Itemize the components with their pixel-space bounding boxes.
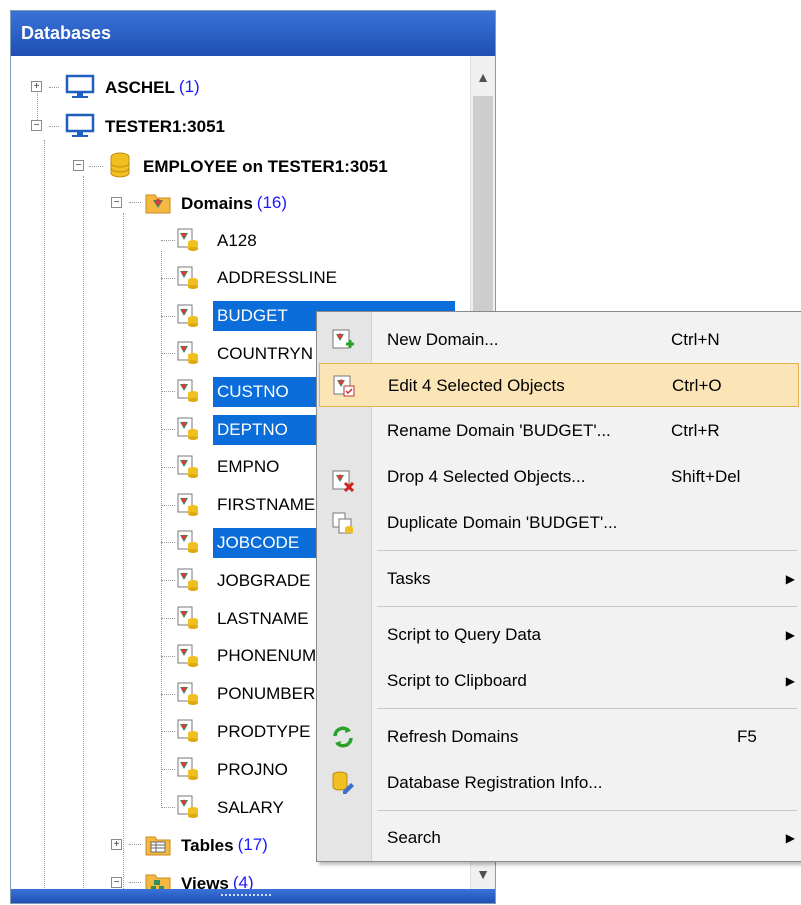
server-name: TESTER1:3051 bbox=[105, 116, 225, 136]
edit-domain-icon bbox=[333, 375, 355, 397]
menu-item-duplicate[interactable]: Duplicate Domain 'BUDGET'... bbox=[319, 501, 799, 545]
duplicate-icon bbox=[332, 512, 353, 534]
collapse-database-button[interactable]: − bbox=[73, 160, 84, 171]
tree-node-domain[interactable]: PHONENUM bbox=[213, 638, 320, 674]
domain-icon bbox=[177, 417, 198, 440]
expand-tables-button[interactable]: + bbox=[111, 839, 122, 850]
panel-title: Databases bbox=[11, 11, 495, 56]
server-count: (1) bbox=[178, 77, 200, 96]
domain-name: PROJNO bbox=[217, 759, 288, 779]
database-edit-icon bbox=[332, 771, 354, 794]
domain-name: SALARY bbox=[217, 797, 284, 817]
tables-folder-icon bbox=[145, 836, 171, 856]
menu-item-refresh[interactable]: Refresh Domains F5 bbox=[319, 715, 799, 759]
domain-icon bbox=[177, 682, 198, 705]
domain-icon bbox=[177, 493, 198, 516]
domain-icon bbox=[177, 568, 198, 592]
menu-item-edit-selected[interactable]: Edit 4 Selected Objects Ctrl+O bbox=[319, 363, 799, 407]
tree-node-domain[interactable]: PRODTYPE bbox=[213, 713, 315, 749]
domain-icon bbox=[177, 379, 198, 403]
domain-name: COUNTRYN bbox=[217, 343, 314, 363]
tree-node-domain[interactable]: JOBGRADE bbox=[213, 562, 315, 598]
domain-name: A128 bbox=[217, 230, 257, 250]
submenu-arrow-icon: ▶ bbox=[785, 831, 795, 845]
domains-label: Domains bbox=[181, 193, 253, 213]
domain-name: LASTNAME bbox=[217, 608, 309, 628]
tree-node-tester1[interactable]: TESTER1:3051 bbox=[101, 108, 229, 144]
domains-folder-icon bbox=[145, 194, 171, 214]
menu-item-rename[interactable]: Rename Domain 'BUDGET'... Ctrl+R bbox=[319, 409, 799, 453]
tree-node-domain[interactable]: SALARY bbox=[213, 789, 288, 825]
server-name: ASCHEL bbox=[105, 77, 175, 97]
database-icon bbox=[110, 152, 130, 178]
domain-icon bbox=[177, 304, 198, 327]
domain-icon bbox=[177, 606, 198, 629]
tree-node-employee[interactable]: EMPLOYEE on TESTER1:3051 bbox=[139, 148, 392, 184]
menu-item-script-clipboard[interactable]: Script to Clipboard ▶ bbox=[319, 659, 799, 703]
scroll-down-button[interactable]: ▼ bbox=[471, 859, 495, 889]
tree-node-domain[interactable]: FIRSTNAME bbox=[213, 487, 319, 523]
domain-name: CUSTNO bbox=[213, 376, 323, 407]
domain-name: PRODTYPE bbox=[217, 721, 311, 741]
domain-icon bbox=[177, 455, 198, 478]
tree-node-domain[interactable]: JOBCODE bbox=[213, 524, 323, 560]
expand-aschel-button[interactable]: + bbox=[31, 81, 42, 92]
domain-icon bbox=[177, 644, 198, 667]
domain-name: ADDRESSLINE bbox=[217, 268, 337, 288]
tree-node-domain[interactable]: DEPTNO bbox=[213, 411, 323, 447]
tree-node-domain[interactable]: PONUMBER bbox=[213, 676, 319, 712]
menu-item-new-domain[interactable]: New Domain... Ctrl+N bbox=[319, 318, 799, 362]
domain-name: FIRSTNAME bbox=[217, 495, 316, 515]
domain-icon bbox=[177, 757, 198, 781]
tables-count: (17) bbox=[237, 835, 268, 854]
tree-node-domain[interactable]: EMPNO bbox=[213, 449, 283, 485]
collapse-tester1-button[interactable]: − bbox=[31, 120, 42, 131]
tree-node-domains[interactable]: Domains (16) bbox=[177, 185, 287, 221]
menu-item-tasks[interactable]: Tasks ▶ bbox=[319, 557, 799, 601]
scroll-up-button[interactable]: ▲ bbox=[471, 62, 495, 92]
collapse-views-button[interactable]: − bbox=[111, 877, 122, 888]
tree-node-tables[interactable]: Tables (17) bbox=[177, 827, 268, 863]
domain-name: PHONENUM bbox=[217, 646, 317, 666]
domain-name: EMPNO bbox=[217, 457, 280, 477]
monitor-icon bbox=[65, 74, 95, 98]
refresh-icon bbox=[333, 726, 353, 748]
domain-icon bbox=[177, 719, 198, 743]
domain-name: DEPTNO bbox=[213, 414, 323, 445]
tree-node-domain[interactable]: COUNTRYN bbox=[213, 335, 317, 371]
domain-icon bbox=[177, 530, 198, 554]
new-domain-icon bbox=[332, 329, 354, 349]
menu-item-script-query[interactable]: Script to Query Data ▶ bbox=[319, 613, 799, 657]
domain-name: JOBGRADE bbox=[217, 570, 311, 590]
context-menu: New Domain... Ctrl+N Edit 4 Selected Obj… bbox=[316, 311, 801, 862]
domain-name: PONUMBER bbox=[217, 684, 316, 704]
database-name: EMPLOYEE on TESTER1:3051 bbox=[143, 156, 388, 176]
submenu-arrow-icon: ▶ bbox=[785, 572, 795, 586]
domain-icon bbox=[177, 228, 198, 251]
tree-node-aschel[interactable]: ASCHEL (1) bbox=[101, 69, 200, 105]
tree-node-domain[interactable]: PROJNO bbox=[213, 751, 292, 787]
submenu-arrow-icon: ▶ bbox=[785, 628, 795, 642]
domains-count: (16) bbox=[256, 193, 288, 212]
tree-node-domain[interactable]: A128 bbox=[213, 222, 261, 258]
tree-node-domain[interactable]: ADDRESSLINE bbox=[213, 260, 341, 296]
tables-label: Tables bbox=[181, 835, 234, 855]
domain-name: JOBCODE bbox=[213, 527, 323, 558]
domain-icon bbox=[177, 795, 198, 818]
domain-icon bbox=[177, 266, 198, 289]
drop-domain-icon bbox=[332, 470, 355, 493]
collapse-domains-button[interactable]: − bbox=[111, 197, 122, 208]
submenu-arrow-icon: ▶ bbox=[785, 674, 795, 688]
domain-icon bbox=[177, 341, 198, 365]
monitor-icon bbox=[65, 113, 95, 137]
tree-node-domain[interactable]: CUSTNO bbox=[213, 373, 323, 409]
panel-resize-grip[interactable] bbox=[11, 889, 495, 903]
menu-item-search[interactable]: Search ▶ bbox=[319, 816, 799, 860]
tree-node-domain[interactable]: LASTNAME bbox=[213, 600, 313, 636]
menu-item-drop[interactable]: Drop 4 Selected Objects... Shift+Del bbox=[319, 455, 799, 499]
menu-item-reg-info[interactable]: Database Registration Info... bbox=[319, 761, 799, 805]
